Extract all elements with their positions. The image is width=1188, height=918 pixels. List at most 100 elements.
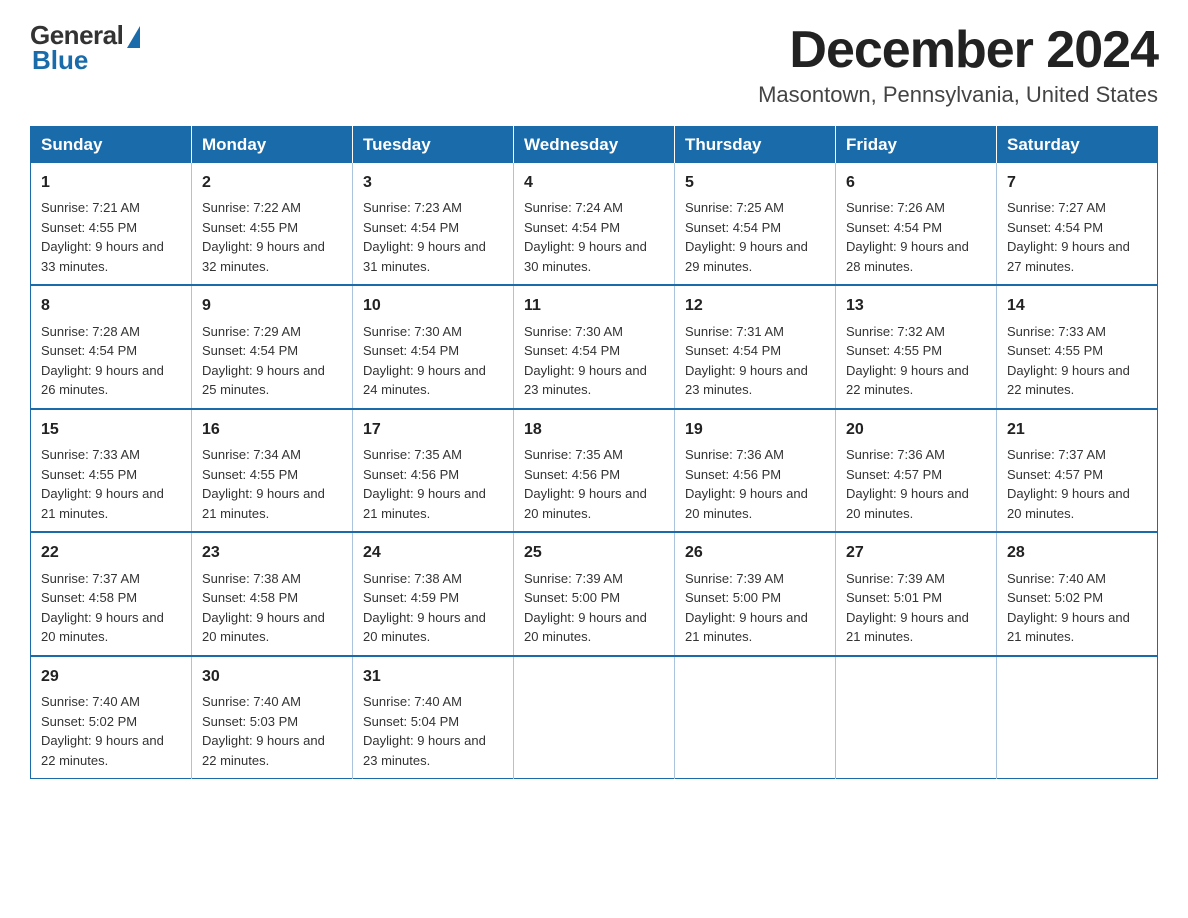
- day-number: 4: [524, 171, 664, 194]
- day-info: Sunrise: 7:35 AMSunset: 4:56 PMDaylight:…: [524, 447, 647, 521]
- calendar-cell: 30 Sunrise: 7:40 AMSunset: 5:03 PMDayligh…: [192, 656, 353, 779]
- title-section: December 2024 Masontown, Pennsylvania, U…: [758, 20, 1158, 108]
- day-number: 1: [41, 171, 181, 194]
- day-number: 11: [524, 294, 664, 317]
- calendar-cell: 29 Sunrise: 7:40 AMSunset: 5:02 PMDayligh…: [31, 656, 192, 779]
- day-info: Sunrise: 7:37 AMSunset: 4:58 PMDaylight:…: [41, 571, 164, 645]
- calendar-cell: 18 Sunrise: 7:35 AMSunset: 4:56 PMDayligh…: [514, 409, 675, 532]
- day-number: 20: [846, 418, 986, 441]
- calendar-cell: 23 Sunrise: 7:38 AMSunset: 4:58 PMDayligh…: [192, 532, 353, 655]
- location-title: Masontown, Pennsylvania, United States: [758, 82, 1158, 108]
- calendar-cell: 22 Sunrise: 7:37 AMSunset: 4:58 PMDayligh…: [31, 532, 192, 655]
- day-number: 3: [363, 171, 503, 194]
- day-info: Sunrise: 7:40 AMSunset: 5:04 PMDaylight:…: [363, 694, 486, 768]
- day-number: 26: [685, 541, 825, 564]
- day-info: Sunrise: 7:33 AMSunset: 4:55 PMDaylight:…: [1007, 324, 1130, 398]
- calendar-cell: [836, 656, 997, 779]
- calendar-cell: 6 Sunrise: 7:26 AMSunset: 4:54 PMDaylight…: [836, 163, 997, 285]
- day-info: Sunrise: 7:27 AMSunset: 4:54 PMDaylight:…: [1007, 200, 1130, 274]
- day-number: 24: [363, 541, 503, 564]
- logo-blue-text: Blue: [32, 45, 88, 76]
- calendar-cell: 24 Sunrise: 7:38 AMSunset: 4:59 PMDayligh…: [353, 532, 514, 655]
- day-number: 28: [1007, 541, 1147, 564]
- calendar-cell: 13 Sunrise: 7:32 AMSunset: 4:55 PMDayligh…: [836, 285, 997, 408]
- calendar-week-2: 8Sunrise: 7:28 AMSunset: 4:54 PMDaylight…: [31, 285, 1158, 408]
- day-number: 9: [202, 294, 342, 317]
- day-info: Sunrise: 7:38 AMSunset: 4:58 PMDaylight:…: [202, 571, 325, 645]
- weekday-header-monday: Monday: [192, 127, 353, 164]
- day-number: 2: [202, 171, 342, 194]
- day-number: 7: [1007, 171, 1147, 194]
- calendar-week-5: 29 Sunrise: 7:40 AMSunset: 5:02 PMDayligh…: [31, 656, 1158, 779]
- day-number: 13: [846, 294, 986, 317]
- day-number: 18: [524, 418, 664, 441]
- calendar-cell: 15 Sunrise: 7:33 AMSunset: 4:55 PMDayligh…: [31, 409, 192, 532]
- day-info: Sunrise: 7:40 AMSunset: 5:02 PMDaylight:…: [41, 694, 164, 768]
- day-number: 23: [202, 541, 342, 564]
- calendar-cell: 8Sunrise: 7:28 AMSunset: 4:54 PMDaylight…: [31, 285, 192, 408]
- logo: General Blue: [30, 20, 140, 76]
- day-info: Sunrise: 7:29 AMSunset: 4:54 PMDaylight:…: [202, 324, 325, 398]
- day-number: 17: [363, 418, 503, 441]
- day-number: 6: [846, 171, 986, 194]
- calendar-cell: 11 Sunrise: 7:30 AMSunset: 4:54 PMDayligh…: [514, 285, 675, 408]
- calendar-cell: 26Sunrise: 7:39 AMSunset: 5:00 PMDayligh…: [675, 532, 836, 655]
- calendar-cell: 12 Sunrise: 7:31 AMSunset: 4:54 PMDayligh…: [675, 285, 836, 408]
- calendar-cell: 4Sunrise: 7:24 AMSunset: 4:54 PMDaylight…: [514, 163, 675, 285]
- day-info: Sunrise: 7:30 AMSunset: 4:54 PMDaylight:…: [524, 324, 647, 398]
- calendar-week-1: 1Sunrise: 7:21 AMSunset: 4:55 PMDaylight…: [31, 163, 1158, 285]
- day-number: 22: [41, 541, 181, 564]
- day-number: 16: [202, 418, 342, 441]
- calendar-cell: 25 Sunrise: 7:39 AMSunset: 5:00 PMDayligh…: [514, 532, 675, 655]
- calendar-cell: 20 Sunrise: 7:36 AMSunset: 4:57 PMDayligh…: [836, 409, 997, 532]
- logo-triangle-icon: [127, 26, 140, 48]
- calendar-cell: [514, 656, 675, 779]
- day-info: Sunrise: 7:31 AMSunset: 4:54 PMDaylight:…: [685, 324, 808, 398]
- day-number: 25: [524, 541, 664, 564]
- weekday-header-tuesday: Tuesday: [353, 127, 514, 164]
- day-info: Sunrise: 7:25 AMSunset: 4:54 PMDaylight:…: [685, 200, 808, 274]
- day-number: 31: [363, 665, 503, 688]
- day-info: Sunrise: 7:26 AMSunset: 4:54 PMDaylight:…: [846, 200, 969, 274]
- day-number: 14: [1007, 294, 1147, 317]
- calendar-cell: 9 Sunrise: 7:29 AMSunset: 4:54 PMDaylight…: [192, 285, 353, 408]
- day-number: 10: [363, 294, 503, 317]
- page-header: General Blue December 2024 Masontown, Pe…: [30, 20, 1158, 108]
- day-number: 30: [202, 665, 342, 688]
- day-info: Sunrise: 7:39 AMSunset: 5:01 PMDaylight:…: [846, 571, 969, 645]
- calendar-cell: 14 Sunrise: 7:33 AMSunset: 4:55 PMDayligh…: [997, 285, 1158, 408]
- day-info: Sunrise: 7:33 AMSunset: 4:55 PMDaylight:…: [41, 447, 164, 521]
- day-number: 12: [685, 294, 825, 317]
- calendar-cell: 17Sunrise: 7:35 AMSunset: 4:56 PMDayligh…: [353, 409, 514, 532]
- day-info: Sunrise: 7:36 AMSunset: 4:57 PMDaylight:…: [846, 447, 969, 521]
- day-number: 15: [41, 418, 181, 441]
- calendar-cell: 27Sunrise: 7:39 AMSunset: 5:01 PMDayligh…: [836, 532, 997, 655]
- weekday-header-sunday: Sunday: [31, 127, 192, 164]
- day-info: Sunrise: 7:23 AMSunset: 4:54 PMDaylight:…: [363, 200, 486, 274]
- calendar-cell: 19 Sunrise: 7:36 AMSunset: 4:56 PMDayligh…: [675, 409, 836, 532]
- calendar-cell: 16Sunrise: 7:34 AMSunset: 4:55 PMDayligh…: [192, 409, 353, 532]
- calendar-cell: 31 Sunrise: 7:40 AMSunset: 5:04 PMDayligh…: [353, 656, 514, 779]
- day-number: 29: [41, 665, 181, 688]
- calendar-cell: 10 Sunrise: 7:30 AMSunset: 4:54 PMDayligh…: [353, 285, 514, 408]
- day-number: 8: [41, 294, 181, 317]
- weekday-header-thursday: Thursday: [675, 127, 836, 164]
- weekday-header-saturday: Saturday: [997, 127, 1158, 164]
- day-info: Sunrise: 7:40 AMSunset: 5:03 PMDaylight:…: [202, 694, 325, 768]
- day-info: Sunrise: 7:40 AMSunset: 5:02 PMDaylight:…: [1007, 571, 1130, 645]
- day-info: Sunrise: 7:38 AMSunset: 4:59 PMDaylight:…: [363, 571, 486, 645]
- day-info: Sunrise: 7:39 AMSunset: 5:00 PMDaylight:…: [524, 571, 647, 645]
- day-info: Sunrise: 7:30 AMSunset: 4:54 PMDaylight:…: [363, 324, 486, 398]
- calendar-cell: 21 Sunrise: 7:37 AMSunset: 4:57 PMDayligh…: [997, 409, 1158, 532]
- day-number: 19: [685, 418, 825, 441]
- day-info: Sunrise: 7:37 AMSunset: 4:57 PMDaylight:…: [1007, 447, 1130, 521]
- calendar-cell: 3 Sunrise: 7:23 AMSunset: 4:54 PMDaylight…: [353, 163, 514, 285]
- day-info: Sunrise: 7:32 AMSunset: 4:55 PMDaylight:…: [846, 324, 969, 398]
- calendar-cell: 7 Sunrise: 7:27 AMSunset: 4:54 PMDaylight…: [997, 163, 1158, 285]
- calendar-cell: 5Sunrise: 7:25 AMSunset: 4:54 PMDaylight…: [675, 163, 836, 285]
- day-number: 21: [1007, 418, 1147, 441]
- day-info: Sunrise: 7:36 AMSunset: 4:56 PMDaylight:…: [685, 447, 808, 521]
- calendar-week-3: 15 Sunrise: 7:33 AMSunset: 4:55 PMDayligh…: [31, 409, 1158, 532]
- calendar-cell: [675, 656, 836, 779]
- calendar-week-4: 22 Sunrise: 7:37 AMSunset: 4:58 PMDayligh…: [31, 532, 1158, 655]
